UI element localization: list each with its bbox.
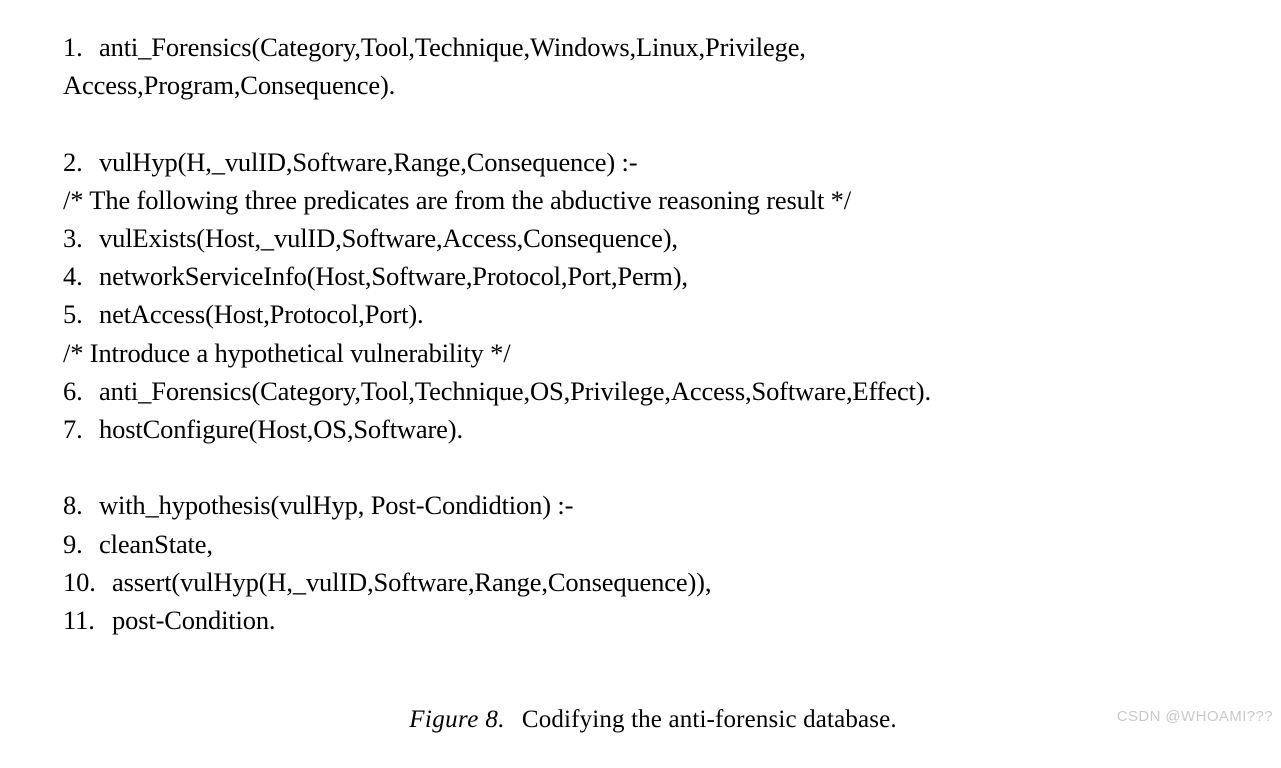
line-text: anti_Forensics(Category,Tool,Technique,O…: [99, 375, 931, 406]
line-text: vulHyp(H,_vulID,Software,Range,Consequen…: [99, 146, 638, 177]
line-number: 4.: [63, 261, 83, 292]
code-line: 9. cleanState,: [63, 525, 1223, 563]
line-number: 2.: [63, 146, 83, 177]
line-number: 9.: [63, 528, 83, 559]
line-text: with_hypothesis(vulHyp, Post-Condidtion)…: [99, 490, 574, 521]
code-line: 2. vulHyp(H,_vulID,Software,Range,Consequ…: [63, 143, 1223, 181]
line-number: 5.: [63, 299, 83, 330]
line-text: networkServiceInfo(Host,Software,Protoco…: [99, 261, 688, 292]
line-text: cleanState,: [99, 528, 213, 559]
code-line: Access,Program,Consequence).: [63, 66, 1223, 104]
watermark: CSDN @WHOAMI???: [1116, 708, 1273, 725]
code-line: 5. netAccess(Host,Protocol,Port).: [63, 295, 1223, 333]
line-number: 7.: [63, 414, 83, 445]
line-text: anti_Forensics(Category,Tool,Technique,W…: [99, 32, 806, 62]
line-number: 3.: [63, 223, 83, 253]
code-comment-line: /* Introduce a hypothetical vulnerabilit…: [63, 334, 1223, 372]
figure-caption-text: Codifying the anti-forensic database.: [521, 706, 897, 733]
line-text: assert(vulHyp(H,_vulID,Software,Range,Co…: [112, 566, 712, 597]
code-line: 4. networkServiceInfo(Host,Software,Proto…: [63, 257, 1223, 295]
code-line: 6. anti_Forensics(Category,Tool,Technique…: [63, 372, 1223, 410]
line-text: vulExists(Host,_vulID,Software,Access,Co…: [99, 223, 678, 253]
line-text: post-Condition.: [112, 605, 276, 636]
code-line: 3. vulExists(Host,_vulID,Software,Access,…: [63, 219, 1223, 257]
figure-page: 1. anti_Forensics(Category,Tool,Technique…: [0, 0, 1281, 733]
line-text: netAccess(Host,Protocol,Port).: [99, 299, 424, 330]
code-line: 8. with_hypothesis(vulHyp, Post-Condidtio…: [63, 486, 1223, 524]
figure-caption: Figure 8. Codifying the anti-forensic dat…: [0, 672, 1281, 768]
code-line: 11. post-Condition.: [63, 601, 1223, 639]
line-text: /* Introduce a hypothetical vulnerabilit…: [63, 337, 511, 368]
line-number: 11.: [63, 605, 95, 636]
code-line: 1. anti_Forensics(Category,Tool,Technique…: [63, 28, 1223, 66]
code-comment-line: /* The following three predicates are fr…: [63, 181, 1223, 219]
line-text: Access,Program,Consequence).: [63, 70, 396, 101]
code-line: 10. assert(vulHyp(H,_vulID,Software,Range…: [63, 563, 1223, 601]
code-listing: 1. anti_Forensics(Category,Tool,Technique…: [63, 28, 1223, 639]
line-number: 6.: [63, 375, 83, 406]
line-text: hostConfigure(Host,OS,Software).: [99, 414, 463, 445]
figure-label: Figure 8.: [409, 706, 505, 733]
line-number: 1.: [63, 32, 83, 62]
line-text: /* The following three predicates are fr…: [63, 184, 851, 215]
code-line: 7. hostConfigure(Host,OS,Software).: [63, 410, 1223, 448]
line-number: 8.: [63, 490, 83, 521]
line-number: 10.: [63, 566, 96, 597]
